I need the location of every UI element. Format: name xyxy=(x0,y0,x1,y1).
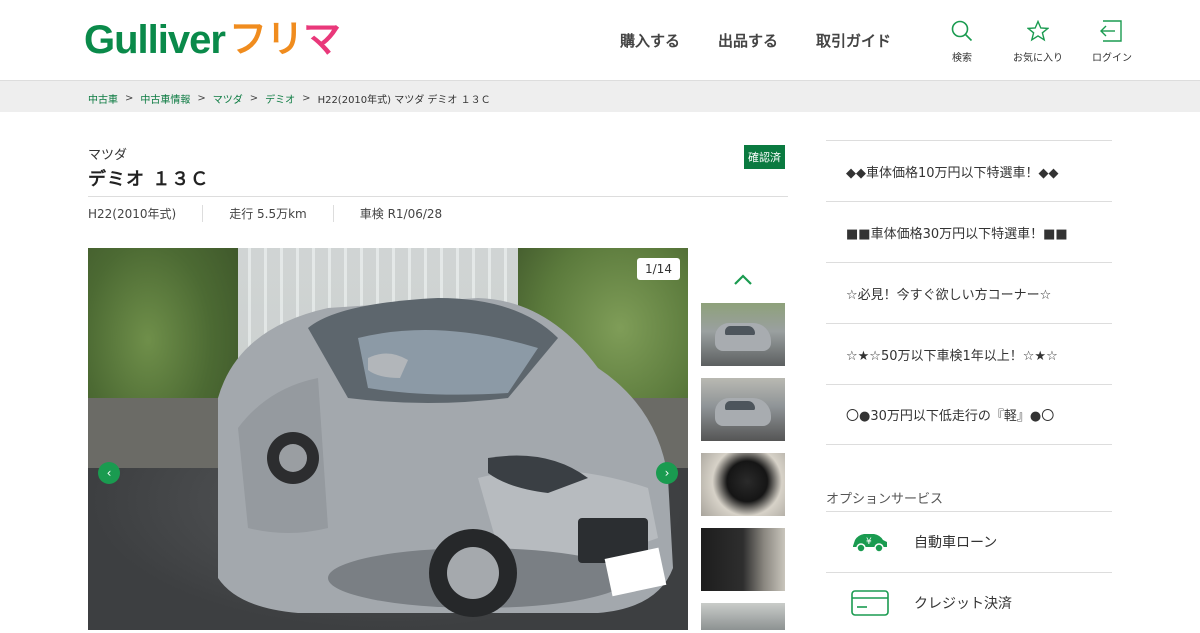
prev-photo-button[interactable]: ‹ xyxy=(98,462,120,484)
option-services-list: ¥ 自動車ローン クレジット決済 xyxy=(826,511,1112,633)
option-car-loan[interactable]: ¥ 自動車ローン xyxy=(826,511,1112,572)
car-specs: H22(2010年式) 走行 5.5万km 車検 R1/06/28 xyxy=(88,205,494,222)
svg-text:¥: ¥ xyxy=(866,537,872,547)
thumbnail-photo[interactable] xyxy=(701,528,785,591)
header-actions: 検索 お気に入り ログイン xyxy=(940,20,1158,65)
nav-sell[interactable]: 出品する xyxy=(718,30,778,51)
option-car-loan-label: 自動車ローン xyxy=(914,535,998,551)
option-credit-card[interactable]: クレジット決済 xyxy=(826,572,1112,633)
option-services-title: オプションサービス xyxy=(826,492,944,507)
photo-counter: 1/14 xyxy=(637,258,680,280)
breadcrumb-link-used-cars[interactable]: 中古車 xyxy=(88,91,118,106)
breadcrumb-link-used-car-info[interactable]: 中古車情報 xyxy=(140,91,190,106)
spec-inspection: 車検 R1/06/28 xyxy=(359,207,443,221)
breadcrumb: 中古車 > 中古車情報 > マツダ > デミオ > H22(2010年式) マツダ デミ… xyxy=(0,81,1200,112)
feature-link[interactable]: ☆★☆50万以下車検1年以上！☆★☆ xyxy=(826,323,1112,384)
thumbnail-photo[interactable] xyxy=(701,603,785,630)
login-button[interactable]: ログイン xyxy=(1090,20,1134,65)
site-logo[interactable]: Gulliver フリ マ xyxy=(84,18,341,62)
option-credit-card-label: クレジット決済 xyxy=(914,596,1012,612)
chevron-left-icon: ‹ xyxy=(106,466,112,480)
breadcrumb-link-maker[interactable]: マツダ xyxy=(213,91,243,106)
thumbnail-photo[interactable] xyxy=(701,453,785,516)
logo-sub-text-2: マ xyxy=(302,19,341,61)
search-label: 検索 xyxy=(952,53,972,64)
feature-link[interactable]: ◆◆車体価格10万円以下特選車！◆◆ xyxy=(826,140,1112,201)
nav-guide[interactable]: 取引ガイド xyxy=(816,30,891,51)
main-nav: 購入する 出品する 取引ガイド xyxy=(620,30,891,51)
chevron-right-icon: › xyxy=(664,466,670,480)
search-icon xyxy=(951,20,973,42)
breadcrumb-current: H22(2010年式) マツダ デミオ １３Ｃ xyxy=(317,95,491,106)
login-label: ログイン xyxy=(1092,53,1132,64)
main-car-photo[interactable] xyxy=(88,248,688,630)
feature-link[interactable]: ■■車体価格30万円以下特選車！■■ xyxy=(826,201,1112,262)
logo-main-text: Gulliver xyxy=(84,18,226,62)
car-maker: マツダ xyxy=(88,148,128,163)
breadcrumb-separator: > xyxy=(125,93,134,104)
spec-mileage: 走行 5.5万km xyxy=(229,205,334,222)
search-button[interactable]: 検索 xyxy=(940,20,984,65)
title-divider xyxy=(88,196,788,197)
feature-links: ◆◆車体価格10万円以下特選車！◆◆ ■■車体価格30万円以下特選車！■■ ☆必… xyxy=(826,140,1112,445)
star-icon xyxy=(1027,20,1049,42)
verified-badge: 確認済 xyxy=(744,145,785,169)
favorites-label: お気に入り xyxy=(1013,53,1063,64)
credit-card-icon xyxy=(851,590,889,616)
feature-link[interactable]: 〇●30万円以下低走行の『軽』●〇 xyxy=(826,384,1112,445)
car-illustration xyxy=(218,298,673,617)
car-model-title: デミオ １３Ｃ xyxy=(88,169,210,190)
logo-sub-text-1: フリ xyxy=(228,19,304,61)
thumbnail-photo[interactable] xyxy=(701,378,785,441)
breadcrumb-separator: > xyxy=(302,93,311,104)
login-icon xyxy=(1100,20,1122,42)
thumbnails-scroll-up-icon[interactable] xyxy=(733,272,753,286)
breadcrumb-separator: > xyxy=(249,93,259,104)
car-loan-icon: ¥ xyxy=(853,534,887,553)
nav-buy[interactable]: 購入する xyxy=(620,30,680,51)
site-header: Gulliver フリ マ 購入する 出品する 取引ガイド 検索 お気に入り ロ… xyxy=(0,0,1200,81)
spec-year: H22(2010年式) xyxy=(88,205,204,222)
feature-link[interactable]: ☆必見！今すぐ欲しい方コーナー☆ xyxy=(826,262,1112,323)
breadcrumb-link-model[interactable]: デミオ xyxy=(265,91,295,106)
next-photo-button[interactable]: › xyxy=(656,462,678,484)
favorites-button[interactable]: お気に入り xyxy=(1008,20,1068,65)
breadcrumb-separator: > xyxy=(197,93,206,104)
thumbnail-photo[interactable] xyxy=(701,303,785,366)
